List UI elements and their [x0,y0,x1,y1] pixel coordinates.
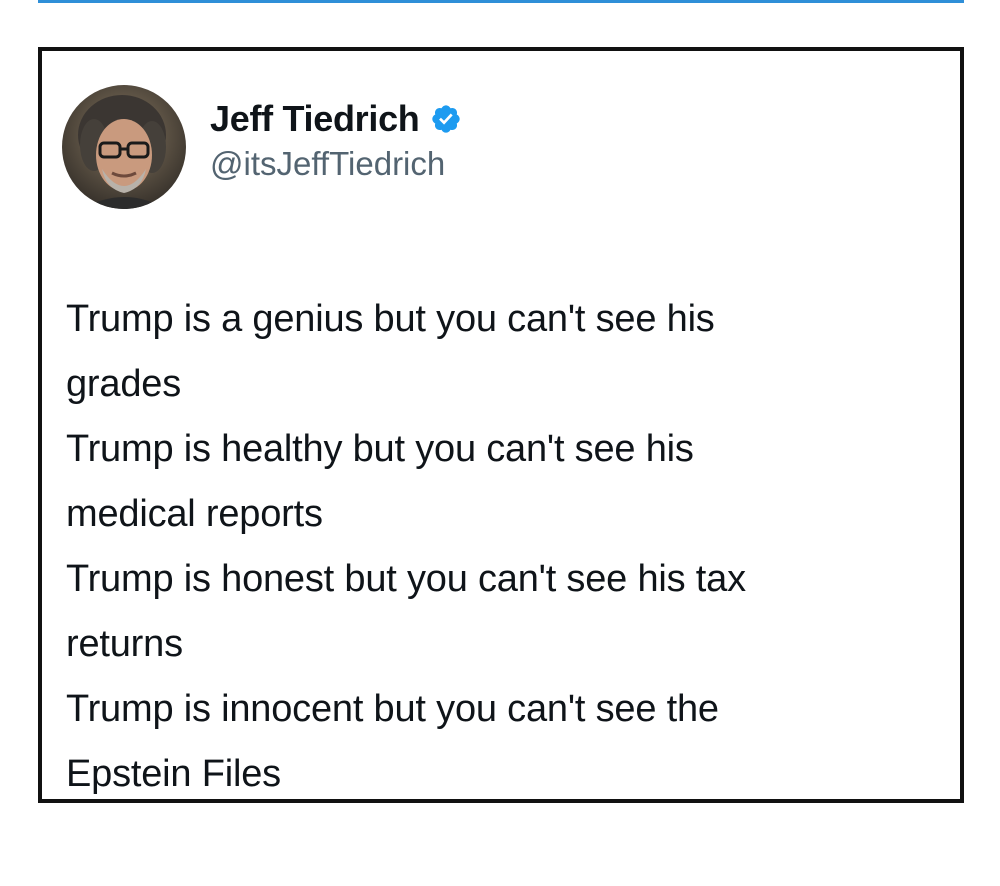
tweet-header: Jeff Tiedrich @itsJeffTiedrich [62,85,462,209]
tweet-text-line: returns [66,623,183,665]
tweet-text-line: Trump is healthy but you can't see his [66,428,694,470]
tweet-text-line: medical reports [66,493,323,535]
verified-badge-icon [430,103,462,135]
tweet-text-line: Trump is a genius but you can't see his [66,298,715,340]
tweet-text-line: grades [66,363,181,405]
author-handle[interactable]: @itsJeffTiedrich [210,143,462,185]
tweet-text-line: Trump is innocent but you can't see the [66,688,719,730]
page: Jeff Tiedrich @itsJeffTiedrich Trump is … [0,0,1000,886]
tweet-text: Trump is a genius but you can't see his … [66,287,946,807]
avatar-photo [62,85,186,209]
tweet-text-line: Epstein Files [66,753,281,795]
author-name[interactable]: Jeff Tiedrich [210,97,420,141]
tweet-card: Jeff Tiedrich @itsJeffTiedrich Trump is … [38,47,964,803]
name-row: Jeff Tiedrich [210,97,462,141]
tweet-text-line: Trump is honest but you can't see his ta… [66,558,746,600]
author-identity: Jeff Tiedrich @itsJeffTiedrich [210,97,462,185]
top-divider [38,0,964,3]
avatar[interactable] [62,85,186,209]
